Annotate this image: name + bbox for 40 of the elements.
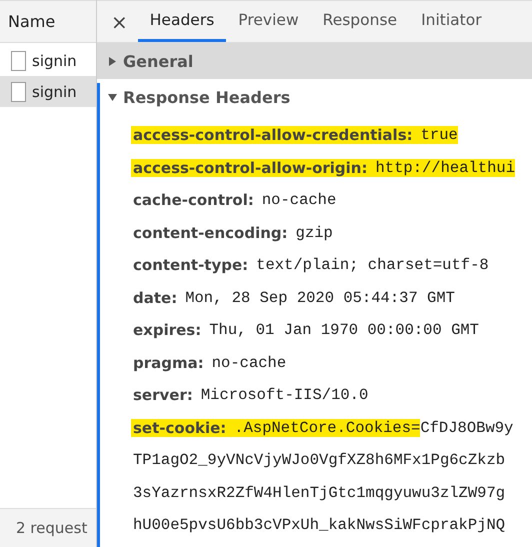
collapsed-triangle-icon: [108, 56, 117, 66]
name-column-header[interactable]: Name: [0, 0, 96, 43]
header-name: content-encoding:: [133, 224, 289, 242]
header-value: Microsoft-IIS/10.0: [200, 386, 368, 404]
header-name: expires:: [133, 321, 202, 340]
header-value: gzip: [296, 224, 333, 242]
section-header[interactable]: General: [97, 43, 532, 79]
tab[interactable]: Initiator: [409, 1, 494, 42]
header-value: TP1agO2_9yVNcVjyWJo0VgfXZ8h6MFx1Pg6cZkzb: [133, 451, 506, 470]
header-name: access-control-allow-origin:: [131, 158, 376, 177]
file-icon: [11, 50, 26, 70]
header-name: set-cookie:: [131, 418, 234, 437]
file-icon: [11, 82, 26, 102]
section-header[interactable]: Response Headers: [100, 79, 532, 115]
header-value: no-cache: [212, 354, 286, 372]
header-name: pragma:: [133, 354, 205, 372]
header-value: 3sYazrnsxR2ZfW4HlenTjGtc1mqgyuwu3zlZW97g: [133, 484, 506, 502]
header-name: server:: [133, 386, 194, 404]
close-button[interactable]: ×: [107, 1, 138, 42]
request-name: signin: [32, 82, 77, 100]
expanded-triangle-icon: [108, 92, 117, 102]
header-value: no-cache: [262, 191, 336, 210]
request-name: signin: [32, 52, 77, 70]
header-name: cache-control:: [133, 191, 255, 210]
header-value: Mon, 28 Sep 2020 05:44:37 GMT: [185, 288, 455, 307]
header-value: CfDJ8OBw9y: [420, 418, 514, 437]
header-value: http://healthui: [375, 158, 516, 177]
header-value: hU00e5pvsU6bb3cVPxUh_kakNwsSiWFcprakPjNQ: [133, 516, 506, 534]
header-value: text/plain; charset=utf-8: [256, 256, 489, 274]
status-bar: 2 request: [0, 508, 96, 547]
header-value: Thu, 01 Jan 1970 00:00:00 GMT: [209, 321, 479, 340]
header-name: access-control-allow-credentials:: [131, 126, 421, 144]
request-row[interactable]: signin: [0, 76, 96, 107]
header-value: true: [420, 126, 458, 144]
header-name: date:: [133, 288, 178, 307]
tab[interactable]: Response: [310, 1, 410, 42]
request-row[interactable]: signin: [0, 45, 96, 76]
header-name: content-type:: [133, 256, 250, 274]
header-value: .AspNetCore.Cookies=: [234, 418, 420, 437]
tab[interactable]: Preview: [226, 1, 311, 42]
